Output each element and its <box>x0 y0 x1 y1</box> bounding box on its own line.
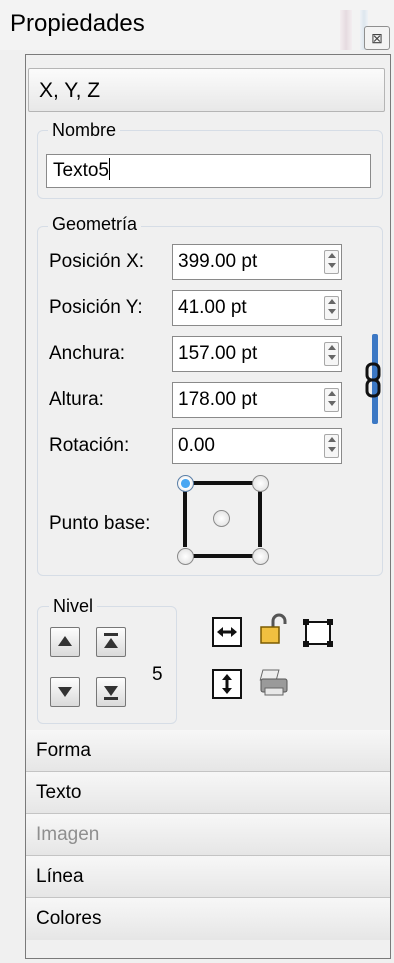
base-point-frame <box>258 489 262 547</box>
base-point-top-left[interactable] <box>177 475 194 492</box>
text-caret <box>108 158 110 180</box>
position-x-field[interactable]: 399.00 pt <box>172 244 342 280</box>
nivel-label: Nivel <box>49 595 98 617</box>
position-y-field[interactable]: 41.00 pt <box>172 290 342 326</box>
base-point-frame <box>192 481 258 485</box>
rotation-field[interactable]: 0.00 <box>172 428 342 464</box>
flip-horizontal-icon[interactable] <box>212 617 242 647</box>
width-label: Anchura: <box>49 343 126 364</box>
resize-frame-icon[interactable] <box>301 616 335 650</box>
section-forma[interactable]: Forma <box>26 730 390 772</box>
section-colores[interactable]: Colores <box>26 898 390 940</box>
arrow-up-icon[interactable] <box>50 627 80 657</box>
nombre-label: Nombre <box>48 119 121 141</box>
height-field[interactable]: 178.00 pt <box>172 382 342 418</box>
section-linea[interactable]: Línea <box>26 856 390 898</box>
section-texto[interactable]: Texto <box>26 772 390 814</box>
arrow-bottom-icon[interactable] <box>96 677 126 707</box>
print-icon[interactable] <box>258 666 292 700</box>
name-field[interactable]: Texto5 <box>46 154 371 188</box>
nivel-value: 5 <box>152 664 163 685</box>
geometria-label: Geometría <box>48 213 142 235</box>
base-point-label: Punto base: <box>49 513 151 534</box>
base-point-bottom-left[interactable] <box>177 548 194 565</box>
base-point-bottom-right[interactable] <box>252 548 269 565</box>
position-x-label: Posición X: <box>49 251 145 272</box>
name-field-value: Texto5 <box>53 160 109 181</box>
position-y-spinner[interactable] <box>324 296 339 320</box>
rotation-spinner[interactable] <box>324 434 339 458</box>
height-spinner[interactable] <box>324 388 339 412</box>
base-point-top-right[interactable] <box>252 475 269 492</box>
width-field[interactable]: 157.00 pt <box>172 336 342 372</box>
arrow-top-icon[interactable] <box>96 627 126 657</box>
xyz-section-header[interactable]: X, Y, Z <box>28 68 385 112</box>
base-point-frame <box>183 489 187 547</box>
width-spinner[interactable] <box>324 342 339 366</box>
panel-title: Propiedades <box>10 10 145 37</box>
position-x-spinner[interactable] <box>324 250 339 274</box>
base-point-center[interactable] <box>213 510 230 527</box>
lock-icon[interactable] <box>257 613 291 647</box>
close-button[interactable]: ⊠ <box>364 26 390 50</box>
height-label: Altura: <box>49 389 104 410</box>
arrow-down-icon[interactable] <box>50 677 80 707</box>
chain-link-icon[interactable] <box>363 362 383 403</box>
section-imagen: Imagen <box>26 814 390 856</box>
base-point-frame <box>192 554 258 558</box>
rotation-label: Rotación: <box>49 435 130 456</box>
titlebar-decoration <box>340 10 352 50</box>
flip-vertical-icon[interactable] <box>212 669 242 699</box>
position-y-label: Posición Y: <box>49 297 143 318</box>
